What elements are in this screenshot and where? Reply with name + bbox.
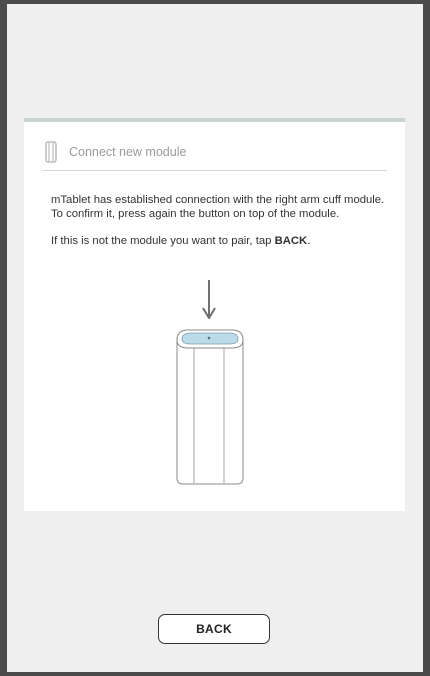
module-device-illustration: [176, 280, 244, 485]
dialog-title: Connect new module: [69, 145, 187, 159]
down-arrow-icon: [202, 280, 216, 319]
message-back-emphasis: BACK: [274, 235, 308, 247]
message-line-3: If this is not the module you want to pa…: [51, 235, 397, 249]
app-screen: Connect new module mTablet has establish…: [7, 4, 423, 672]
message-line-1: mTablet has established connection with …: [51, 194, 385, 206]
message-line-3-text: If this is not the module you want to pa…: [51, 235, 275, 247]
module-cylinder-icon: [45, 141, 57, 163]
dialog-card: Connect new module mTablet has establish…: [24, 118, 405, 511]
dialog-header: Connect new module: [43, 136, 387, 171]
message-line-2: To confirm it, press again the button on…: [51, 207, 340, 220]
back-button[interactable]: BACK: [158, 614, 270, 644]
message-line-3-end: .: [307, 235, 311, 247]
dialog-message: mTablet has established connection with …: [51, 194, 397, 249]
